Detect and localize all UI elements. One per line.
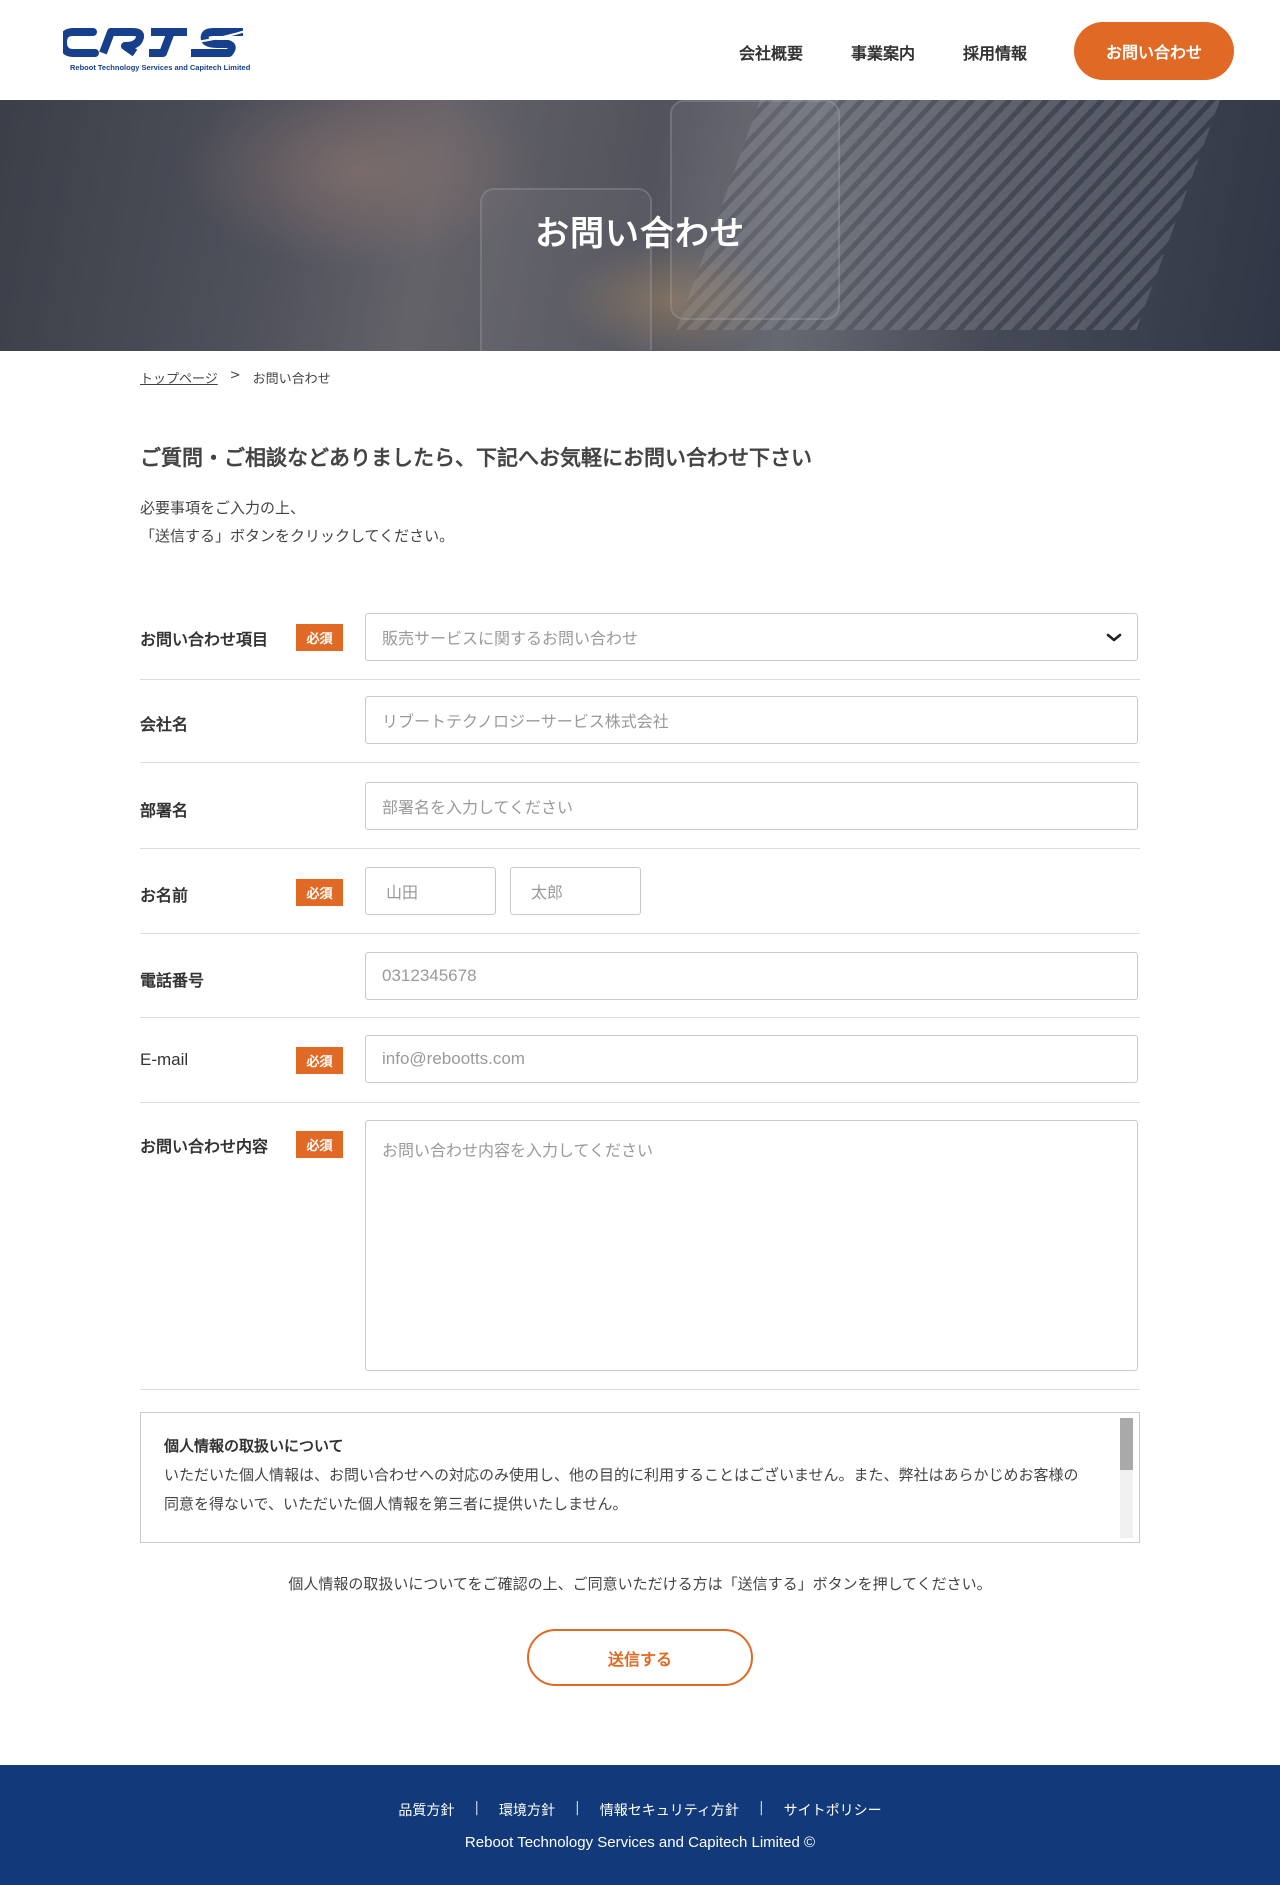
contact-button[interactable]: お問い合わせ — [1074, 22, 1234, 80]
phone-input[interactable]: 0312345678 — [365, 952, 1138, 1000]
footer-link-site-policy[interactable]: サイトポリシー — [784, 1800, 882, 1820]
message-label: お問い合わせ内容 — [140, 1137, 269, 1156]
required-badge: 必須 — [296, 1047, 343, 1074]
form-row-inquiry-type: お問い合わせ項目 必須 販売サービスに関するお問い合わせ — [140, 596, 1140, 680]
email-placeholder: info@rebootts.com — [382, 1049, 525, 1068]
copyright: Reboot Technology Services and Capitech … — [464, 1834, 816, 1851]
form-row-name: お名前 必須 山田 太郎 — [140, 849, 1140, 934]
form-row-department: 部署名 部署名を入力してください — [140, 763, 1140, 849]
form-row-phone: 電話番号 0312345678 — [140, 934, 1140, 1018]
department-label: 部署名 — [140, 801, 189, 820]
inquiry-type-select[interactable]: 販売サービスに関するお問い合わせ — [365, 613, 1138, 661]
privacy-scrollbar-thumb[interactable] — [1120, 1418, 1133, 1470]
breadcrumb-separator: > — [229, 368, 241, 383]
company-label: 会社名 — [140, 715, 189, 734]
intro-line-2: 「送信する」ボタンをクリックしてください。 — [140, 527, 455, 545]
nav-item-business[interactable]: 事業案内 — [851, 40, 915, 64]
footer-link-environment-policy[interactable]: 環境方針 — [499, 1800, 555, 1820]
form-row-company: 会社名 リブートテクノロジーサービス株式会社 — [140, 680, 1140, 763]
company-input[interactable]: リブートテクノロジーサービス株式会社 — [365, 696, 1138, 744]
chevron-down-icon — [1106, 633, 1122, 642]
breadcrumb-current: お問い合わせ — [252, 372, 331, 387]
first-name-input[interactable]: 太郎 — [510, 867, 641, 915]
required-badge: 必須 — [296, 1131, 343, 1158]
phone-label: 電話番号 — [140, 971, 205, 990]
logo-subtitle: Reboot Technology Services and Capitech … — [70, 63, 251, 72]
intro-line-1: 必要事項をご入力の上、 — [140, 499, 306, 517]
inquiry-type-label: お問い合わせ項目 — [140, 630, 269, 649]
company-placeholder: リブートテクノロジーサービス株式会社 — [382, 712, 669, 731]
footer-separator: | — [758, 1800, 764, 1816]
nav-item-company[interactable]: 会社概要 — [739, 40, 803, 64]
breadcrumb-home-link[interactable]: トップページ — [140, 368, 218, 387]
department-placeholder: 部署名を入力してください — [382, 798, 574, 817]
last-name-input[interactable]: 山田 — [365, 867, 496, 915]
inquiry-type-selected: 販売サービスに関するお問い合わせ — [382, 629, 639, 648]
page-title: お問い合わせ — [535, 214, 745, 254]
last-name-placeholder: 山田 — [386, 883, 419, 902]
email-input[interactable]: info@rebootts.com — [365, 1035, 1138, 1083]
message-textarea[interactable]: お問い合わせ内容を入力してください — [365, 1120, 1138, 1371]
first-name-placeholder: 太郎 — [531, 883, 564, 902]
required-badge: 必須 — [296, 624, 343, 651]
intro-heading: ご質問・ご相談などありましたら、下記へお気軽にお問い合わせ下さい — [140, 446, 812, 470]
required-badge: 必須 — [296, 879, 343, 906]
message-placeholder: お問い合わせ内容を入力してください — [382, 1141, 654, 1160]
footer-link-quality-policy[interactable]: 品質方針 — [398, 1800, 454, 1820]
footer-links: 品質方針 | 環境方針 | 情報セキュリティ方針 | サイトポリシー — [0, 1800, 1280, 1820]
email-label: E-mail — [140, 1050, 189, 1069]
privacy-text: いただいた個人情報は、お問い合わせへの対応のみ使用し、他の目的に利用することはご… — [164, 1466, 1079, 1513]
consent-text: 個人情報の取扱いについてをご確認の上、ご同意いただける方は「送信する」ボタンを押… — [288, 1575, 992, 1593]
nav-item-recruit[interactable]: 採用情報 — [963, 40, 1027, 64]
site-footer: 品質方針 | 環境方針 | 情報セキュリティ方針 | サイトポリシー Reboo… — [0, 1765, 1280, 1885]
department-input[interactable]: 部署名を入力してください — [365, 782, 1138, 830]
footer-separator: | — [474, 1800, 480, 1816]
intro-text: 必要事項をご入力の上、 「送信する」ボタンをクリックしてください。 — [140, 494, 454, 550]
form-row-email: E-mail 必須 info@rebootts.com — [140, 1018, 1140, 1103]
footer-separator: | — [575, 1800, 580, 1816]
submit-button[interactable]: 送信する — [527, 1629, 753, 1686]
phone-placeholder: 0312345678 — [382, 966, 477, 985]
footer-link-security-policy[interactable]: 情報セキュリティ方針 — [600, 1800, 739, 1820]
name-label: お名前 — [140, 886, 189, 905]
privacy-policy-box[interactable]: 個人情報の取扱いについて いただいた個人情報は、お問い合わせへの対応のみ使用し、… — [140, 1412, 1140, 1543]
privacy-title: 個人情報の取扱いについて — [164, 1437, 344, 1455]
breadcrumb: トップページ > お問い合わせ — [140, 368, 331, 387]
form-row-message: お問い合わせ内容 必須 お問い合わせ内容を入力してください — [140, 1103, 1140, 1390]
site-header: Reboot Technology Services and Capitech … — [0, 0, 1280, 100]
